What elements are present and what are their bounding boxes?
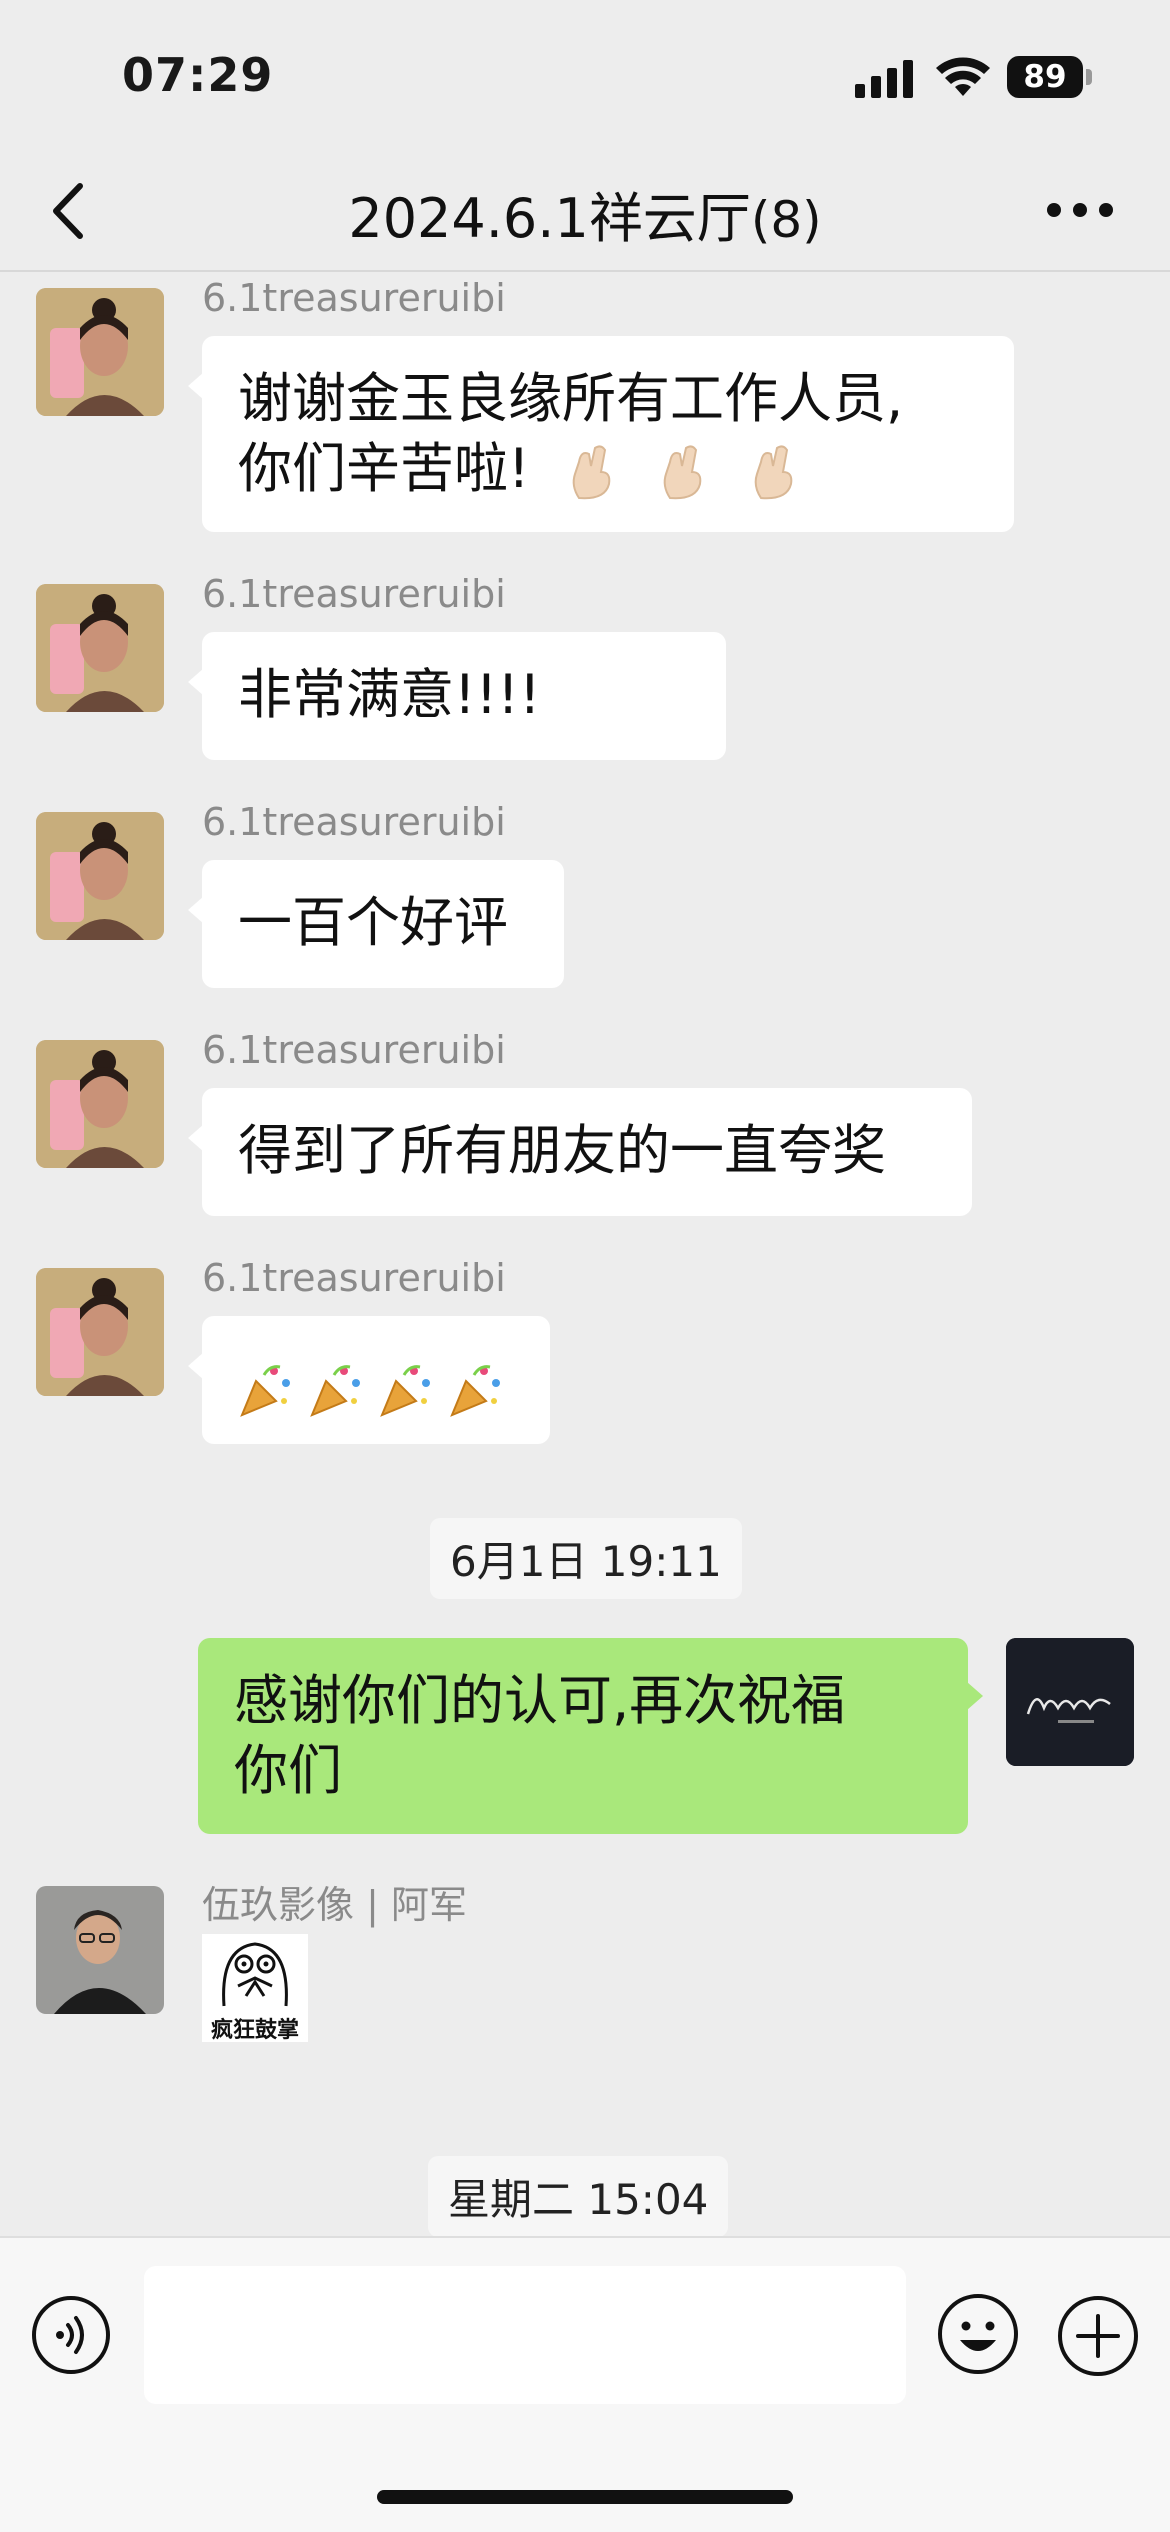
message-bubble[interactable]: 谢谢金玉良缘所有工作人员, 你们辛苦啦!	[188, 336, 1014, 532]
sender-name: 伍玖影像 | 阿军	[202, 1883, 467, 1927]
battery-level: 89	[1007, 56, 1083, 98]
chat-name: 2024.6.1祥云厅	[348, 187, 751, 250]
message-bubble[interactable]	[188, 1316, 550, 1444]
battery-tip	[1086, 69, 1092, 85]
message-bubble[interactable]: 一百个好评	[188, 860, 564, 988]
party-popper-icon	[310, 1365, 360, 1418]
status-time: 07:29	[122, 48, 274, 102]
message-text: 得到了所有朋友的一直夸奖	[238, 1119, 886, 1182]
sticker-caption: 疯狂鼓掌	[210, 2018, 299, 2043]
chat-title: 2024.6.1祥云厅(8)	[0, 174, 1170, 253]
message-text-line2: 你们	[234, 1739, 342, 1802]
message-input[interactable]	[144, 2266, 906, 2404]
home-indicator	[377, 2490, 793, 2504]
sender-name: 6.1treasureruibi	[202, 800, 506, 844]
plus-icon[interactable]	[1056, 2294, 1140, 2378]
avatar[interactable]	[36, 288, 164, 416]
wifi-icon	[936, 57, 990, 96]
avatar[interactable]	[36, 1268, 164, 1396]
cellular-signal-icon	[855, 58, 917, 98]
self-message-bubble[interactable]: 感谢你们的认可,再次祝福 你们	[198, 1638, 983, 1834]
chat-header: 2024.6.1祥云厅(8)	[0, 150, 1170, 272]
message-bubble[interactable]: 得到了所有朋友的一直夸奖	[188, 1088, 972, 1216]
timestamp: 6月1日 19:11	[430, 1518, 742, 1599]
fingers-crossed-icon	[572, 445, 611, 500]
avatar[interactable]	[36, 1040, 164, 1168]
sender-name: 6.1treasureruibi	[202, 1256, 506, 1300]
message-text: 非常满意!!!!	[238, 663, 541, 726]
more-dots-icon[interactable]	[1040, 180, 1120, 240]
message-text-line2: 你们辛苦啦!	[238, 434, 978, 504]
avatar[interactable]	[36, 584, 164, 712]
sender-name: 6.1treasureruibi	[202, 1028, 506, 1072]
fingers-crossed-icon	[663, 445, 702, 500]
message-text: 感谢你们的认可,再次祝福	[234, 1669, 846, 1732]
sender-name: 6.1treasureruibi	[202, 572, 506, 616]
party-popper-icon	[240, 1365, 290, 1418]
member-count: (8)	[750, 191, 822, 249]
party-popper-icon	[380, 1365, 430, 1418]
sender-name: 6.1treasureruibi	[202, 276, 506, 320]
message-text: 一百个好评	[238, 891, 508, 954]
avatar[interactable]	[36, 812, 164, 940]
party-popper-icon	[450, 1365, 500, 1418]
message-text: 谢谢金玉良缘所有工作人员,	[238, 367, 904, 430]
clapping-face-sticker-icon	[222, 1942, 288, 2007]
self-avatar[interactable]	[1006, 1638, 1134, 1766]
message-bubble[interactable]: 非常满意!!!!	[188, 632, 726, 760]
status-bar: 07:29 89	[0, 0, 1170, 150]
voice-icon[interactable]	[30, 2294, 112, 2376]
timestamp: 星期二 15:04	[428, 2156, 729, 2237]
fingers-crossed-icon	[754, 445, 793, 500]
sticker[interactable]: 疯狂鼓掌	[202, 1934, 308, 2043]
emoji-icon[interactable]	[936, 2292, 1020, 2376]
input-bar	[0, 2236, 1170, 2532]
avatar[interactable]	[36, 1886, 164, 2014]
